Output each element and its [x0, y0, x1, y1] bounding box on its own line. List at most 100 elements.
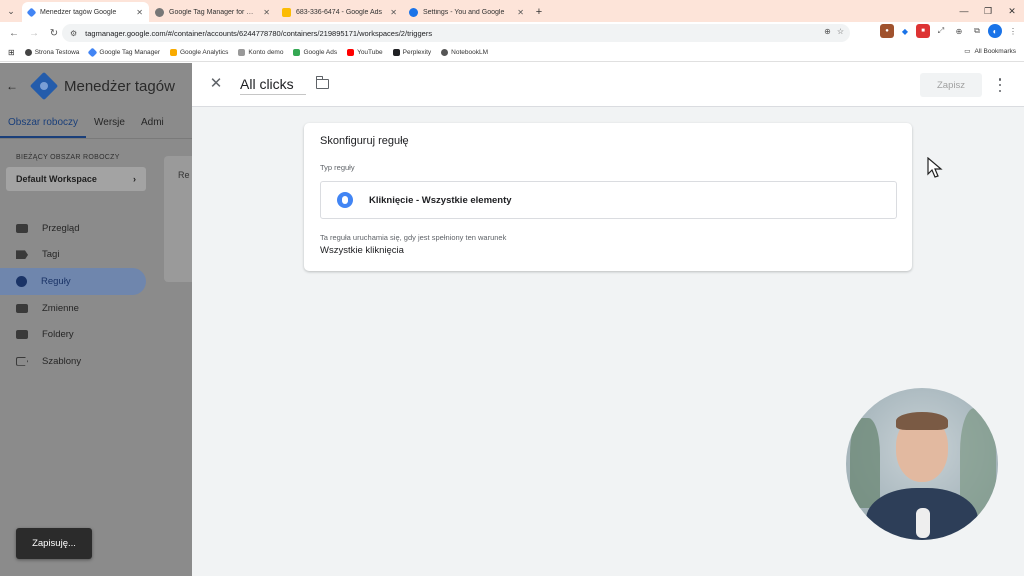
workspace-name: Default Workspace [16, 174, 97, 184]
bookmark-konto-demo[interactable]: Konto demo [238, 49, 283, 56]
tab-title: Google Tag Manager for WordP [169, 8, 259, 16]
browser-tab-bar: ⌄ Menedżer tagów Google ✕ Google Tag Man… [0, 0, 1024, 22]
close-tab-icon[interactable]: ✕ [390, 8, 397, 17]
bookmark-favicon-icon [441, 49, 449, 56]
more-vert-icon[interactable] [994, 77, 1006, 93]
minimize-icon[interactable]: — [952, 0, 976, 22]
close-window-icon[interactable]: ✕ [1000, 0, 1024, 22]
bookmark-favicon-icon [392, 49, 400, 56]
menu-dots-icon[interactable]: ⋮ [1006, 24, 1020, 38]
condition-label: Ta reguła uruchamia się, gdy jest spełni… [320, 233, 507, 242]
close-tab-icon[interactable]: ✕ [517, 8, 524, 17]
extensions-area: ● ◆ ■ ⤢ ⊕ ⧉ ◐ ⋮ [880, 24, 1020, 38]
window-controls: — ❐ ✕ [952, 0, 1024, 22]
sidebar-item-variables[interactable]: Zmienne [0, 295, 146, 322]
tab-title: 683-336-6474 - Google Ads [296, 8, 383, 16]
reload-icon[interactable]: ↻ [44, 23, 64, 43]
back-arrow-icon[interactable]: ← [0, 79, 24, 93]
site-info-icon[interactable]: ⚙ [70, 29, 77, 38]
sidebar-item-folders[interactable]: Foldery [0, 321, 146, 348]
extension-icon[interactable]: ● [880, 24, 894, 38]
sidebar-item-tags[interactable]: Tagi [0, 242, 146, 269]
gtm-dimmed-background: ← Menedżer tagów Obszar roboczy Wersje A… [0, 63, 192, 576]
google-ads-favicon-icon [282, 7, 291, 17]
profile-avatar-icon[interactable]: ◐ [988, 24, 1002, 38]
condition-value: Wszystkie kliknięcia [320, 245, 404, 256]
gtm-favicon-icon [26, 7, 37, 17]
sidebar-item-templates[interactable]: Szablony [0, 348, 146, 375]
all-bookmarks[interactable]: ▭ All Bookmarks [964, 47, 1016, 56]
click-trigger-icon [337, 192, 353, 208]
bookmark-gtm[interactable]: Google Tag Manager [87, 47, 160, 58]
webcam-overlay [846, 388, 998, 540]
folder-icon[interactable] [315, 76, 329, 89]
bookmark-youtube[interactable]: YouTube [347, 49, 383, 56]
trigger-type-name: Kliknięcie - Wszystkie elementy [369, 194, 512, 206]
bookmark-perplexity[interactable]: Perplexity [392, 49, 431, 56]
extension-icon[interactable]: ⊕ [952, 24, 966, 38]
sidebar-item-triggers[interactable]: Reguły [0, 268, 146, 295]
close-tab-icon[interactable]: ✕ [136, 8, 143, 17]
background-tree [850, 418, 880, 508]
bookmark-notebooklm[interactable]: NotebookLM [441, 49, 488, 56]
extension-icon[interactable]: ◆ [898, 24, 912, 38]
chevron-right-icon: › [133, 174, 136, 184]
overview-icon [16, 223, 28, 233]
close-tab-icon[interactable]: ✕ [263, 8, 270, 17]
close-icon[interactable]: ✕ [208, 76, 224, 92]
template-icon [16, 356, 28, 366]
tab-admin[interactable]: Admi [133, 109, 172, 138]
apps-grid-icon[interactable]: ⊞ [8, 48, 15, 57]
browser-toolbar: ← → ↻ ⚙ tagmanager.google.com/#/containe… [0, 22, 1024, 44]
folder-icon [16, 330, 28, 340]
bookmark-star-icon[interactable]: ☆ [837, 27, 844, 36]
variables-icon [16, 303, 28, 313]
tab-gtm-wordpress[interactable]: Google Tag Manager for WordP ✕ [149, 2, 276, 22]
sidebar-item-overview[interactable]: Przegląd [0, 215, 146, 242]
workspace-label: BIEŻĄCY OBSZAR ROBOCZY [16, 154, 120, 161]
bookmark-favicon-icon [169, 49, 177, 56]
tab-versions[interactable]: Wersje [86, 109, 133, 138]
bookmark-favicon-icon [24, 49, 32, 56]
tab-google-ads[interactable]: 683-336-6474 - Google Ads ✕ [276, 2, 403, 22]
content-card-peek: Re [164, 156, 192, 282]
trigger-icon [16, 275, 27, 287]
bookmarks-bar: ⊞ Strona Testowa Google Tag Manager Goog… [0, 44, 1024, 62]
bookmark-google-analytics[interactable]: Google Analytics [169, 49, 228, 56]
restore-icon[interactable]: ❐ [976, 0, 1000, 22]
extension-icon[interactable]: ⤢ [934, 24, 948, 38]
bookmark-strona-testowa[interactable]: Strona Testowa [24, 49, 79, 56]
tab-workspace[interactable]: Obszar roboczy [0, 109, 87, 138]
tab-search-icon[interactable]: ⌄ [0, 0, 22, 22]
tab-title: Menedżer tagów Google [40, 8, 117, 16]
bookmark-favicon-icon [293, 49, 301, 56]
bookmark-favicon-icon [87, 47, 98, 58]
workspace-selector[interactable]: Default Workspace › [6, 167, 146, 191]
gear-favicon-icon [409, 7, 418, 17]
app-title: Menedżer tagów [64, 77, 175, 95]
tab-settings[interactable]: Settings - You and Google ✕ [403, 2, 530, 22]
tab-gtm[interactable]: Menedżer tagów Google ✕ [22, 2, 149, 22]
gtm-logo-icon [29, 71, 59, 101]
tag-icon [16, 250, 28, 260]
mouse-cursor-icon [927, 157, 943, 178]
new-tab-button[interactable]: + [530, 2, 548, 22]
tab-title: Settings - You and Google [423, 8, 505, 16]
trigger-type-box[interactable]: Kliknięcie - Wszystkie elementy [320, 181, 897, 219]
bookmark-favicon-icon [347, 49, 355, 56]
bookmark-google-ads[interactable]: Google Ads [293, 49, 337, 56]
puzzle-icon[interactable]: ⧉ [970, 24, 984, 38]
trigger-config-card[interactable]: Skonfiguruj regułę Typ reguły Kliknięcie… [304, 123, 912, 271]
bookmark-favicon-icon [238, 49, 246, 56]
extension-icon[interactable]: ■ [916, 24, 930, 38]
back-icon[interactable]: ← [4, 23, 24, 43]
forward-icon[interactable]: → [24, 23, 44, 43]
card-title: Skonfiguruj regułę [320, 135, 409, 147]
gtm-tabs: Obszar roboczy Wersje Admi [0, 109, 192, 139]
zoom-icon[interactable]: ⊕ [824, 27, 831, 36]
gtm-header: ← Menedżer tagów [0, 63, 192, 109]
trigger-name-input[interactable]: All clicks [240, 76, 306, 95]
save-button[interactable]: Zapisz [920, 73, 982, 97]
folder-icon: ▭ [964, 48, 971, 55]
address-bar[interactable]: ⚙ tagmanager.google.com/#/container/acco… [62, 24, 850, 42]
